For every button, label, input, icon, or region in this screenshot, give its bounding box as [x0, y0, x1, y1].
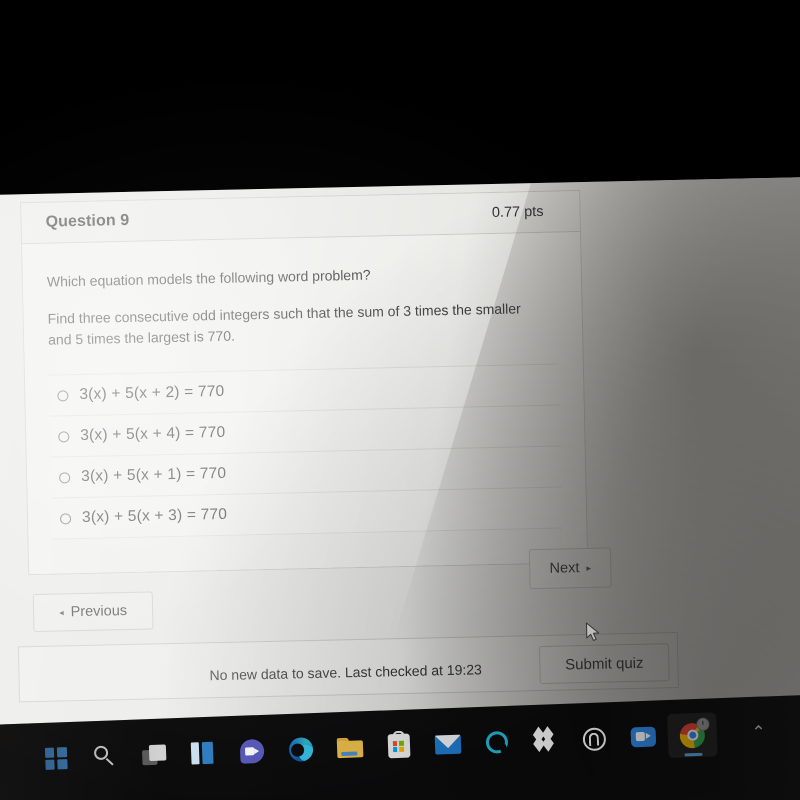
quiz-page: Question 9 0.77 pts Which equation model…	[0, 179, 732, 740]
search-icon	[93, 745, 116, 768]
show-hidden-icons-chevron-up-icon[interactable]: ⌃	[751, 722, 766, 743]
chrome-icon	[679, 717, 710, 749]
dropbox-icon	[532, 726, 558, 753]
monitor-screen: Question 9 0.77 pts Which equation model…	[0, 175, 800, 741]
alexa-icon	[485, 730, 508, 755]
edge-icon	[288, 737, 314, 762]
taskbar-item-widgets[interactable]	[177, 730, 228, 776]
taskbar-item-dropbox[interactable]	[520, 718, 571, 764]
answer-option-label: 3(x) + 5(x + 4) = 770	[80, 423, 226, 444]
save-status-text: No new data to save. Last checked at 19:…	[209, 661, 483, 684]
question-prompt-secondary: Find three consecutive odd integers such…	[47, 300, 521, 348]
chevron-left-icon: ◂	[59, 606, 64, 617]
question-body: Which equation models the following word…	[22, 232, 588, 575]
teams-icon	[239, 738, 265, 764]
taskbar-item-chrome[interactable]	[667, 712, 718, 759]
taskbar-item-edge[interactable]	[275, 727, 326, 773]
taskbar-item-nest[interactable]	[569, 716, 620, 762]
previous-question-button[interactable]: ◂ Previous	[32, 591, 154, 633]
submit-quiz-button[interactable]: Submit quiz	[538, 643, 670, 685]
answer-option-label: 3(x) + 5(x + 3) = 770	[81, 505, 228, 526]
zoom-camera-icon	[630, 726, 657, 748]
answer-option-label: 3(x) + 5(x + 1) = 770	[80, 464, 227, 485]
taskbar-item-search[interactable]	[79, 734, 130, 780]
radio-button-icon[interactable]	[59, 512, 72, 524]
save-status-bar: No new data to save. Last checked at 19:…	[17, 632, 679, 703]
next-button-label: Next	[549, 560, 580, 577]
chevron-right-icon: ▸	[586, 562, 592, 573]
radio-button-icon[interactable]	[57, 389, 69, 401]
taskbar-item-zoom[interactable]	[618, 714, 669, 760]
history-badge-icon	[696, 717, 710, 731]
next-question-button[interactable]: Next ▸	[528, 547, 612, 590]
taskbar-item-file-explorer[interactable]	[324, 725, 375, 771]
active-app-indicator	[683, 752, 703, 757]
photographed-screen: Question 9 0.77 pts Which equation model…	[0, 0, 800, 800]
taskbar-item-start[interactable]	[30, 736, 81, 782]
radio-button-icon[interactable]	[58, 430, 70, 442]
mail-envelope-icon	[434, 734, 461, 755]
taskbar-item-task-view[interactable]	[128, 732, 179, 778]
start-icon	[44, 747, 68, 770]
taskbar-icon-strip	[30, 712, 718, 782]
store-icon	[387, 730, 410, 759]
taskbar-item-microsoft-store[interactable]	[373, 723, 424, 769]
answer-options-list: 3(x) + 5(x + 2) = 770 3(x) + 5(x + 4) = …	[48, 363, 563, 540]
task-view-icon	[141, 743, 166, 766]
question-points: 0.77 pts	[491, 203, 544, 221]
question-prompt-primary: Which equation models the following word…	[46, 266, 371, 290]
taskbar-item-alexa[interactable]	[471, 719, 522, 765]
taskbar-item-mail[interactable]	[422, 721, 473, 767]
taskbar-item-teams[interactable]	[226, 728, 277, 774]
answer-option-label: 3(x) + 5(x + 2) = 770	[79, 382, 225, 404]
radio-button-icon[interactable]	[59, 471, 71, 483]
question-title: Question 9	[45, 211, 130, 231]
previous-button-label: Previous	[70, 603, 128, 621]
question-card: Question 9 0.77 pts Which equation model…	[20, 190, 589, 576]
widgets-icon	[190, 741, 215, 765]
nest-home-icon	[582, 726, 607, 751]
folder-icon	[336, 737, 363, 759]
submit-quiz-label: Submit quiz	[564, 654, 644, 673]
